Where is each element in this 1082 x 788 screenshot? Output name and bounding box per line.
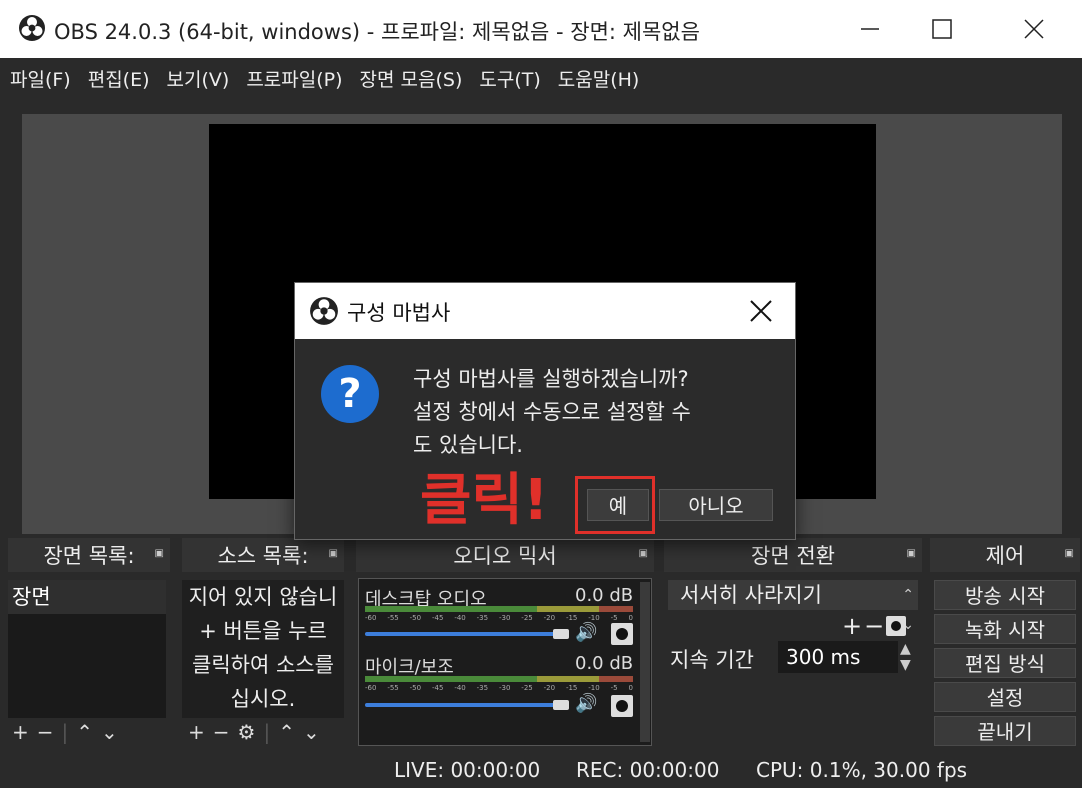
dialog-title: 구성 마법사	[347, 301, 451, 325]
menu-help[interactable]: 도움말(H)	[558, 65, 640, 92]
channel-settings-icon[interactable]	[611, 623, 633, 645]
mixer-dock-title: 오디오 믹서 ▣	[356, 538, 654, 572]
sources-hint-line: + 버튼을 누르	[199, 619, 327, 643]
float-icon[interactable]: ▣	[1065, 548, 1074, 559]
remove-icon[interactable]: −	[37, 720, 54, 744]
menu-file[interactable]: 파일(F)	[10, 65, 71, 92]
volume-slider-handle[interactable]	[553, 629, 569, 639]
maximize-button[interactable]	[912, 0, 972, 58]
close-icon	[1024, 19, 1044, 39]
move-down-icon[interactable]: ⌄	[303, 720, 320, 744]
highlight-box	[575, 476, 655, 534]
start-streaming-button[interactable]: 방송 시작	[934, 580, 1076, 610]
menu-edit[interactable]: 편집(E)	[88, 65, 150, 92]
transitions-dock-label: 장면 전환	[751, 544, 835, 568]
exit-button[interactable]: 끝내기	[934, 716, 1076, 746]
transitions-dock-title: 장면 전환 ▣	[664, 538, 922, 572]
menu-view[interactable]: 보기(V)	[167, 65, 230, 92]
volume-meter	[365, 676, 633, 682]
menu-profile[interactable]: 프로파일(P)	[246, 65, 342, 92]
sources-hint-line: 지어 있지 않습니	[188, 585, 338, 609]
dialog-message: 구성 마법사를 실행하겠습니까? 설정 창에서 수동으로 설정할 수 도 있습니…	[413, 363, 773, 462]
volume-slider[interactable]	[365, 632, 561, 636]
maximize-icon	[932, 19, 952, 39]
add-icon[interactable]: +	[12, 720, 29, 744]
move-down-icon[interactable]: ⌄	[101, 720, 118, 744]
duration-label: 지속 기간	[670, 648, 754, 672]
volume-slider-handle[interactable]	[553, 700, 569, 710]
menu-scene-collection[interactable]: 장면 모음(S)	[360, 65, 463, 92]
speaker-icon[interactable]: 🔊	[575, 622, 597, 643]
channel-settings-icon[interactable]	[611, 695, 633, 717]
settings-button[interactable]: 설정	[934, 682, 1076, 712]
move-up-icon[interactable]: ⌃	[76, 720, 93, 744]
mixer-scrollbar[interactable]	[640, 582, 650, 742]
menu-bar: 파일(F) 편집(E) 보기(V) 프로파일(P) 장면 모음(S) 도구(T)…	[0, 58, 1082, 98]
sources-hint-line: 클릭하여 소스를	[192, 653, 334, 677]
start-recording-button[interactable]: 녹화 시작	[934, 614, 1076, 644]
close-icon	[750, 300, 772, 322]
meter-scale: -60 -55 -50 -45 -40 -35 -30 -25 -20 -15 -10 -5 0	[365, 684, 633, 692]
dialog-title-bar: 구성 마법사	[295, 283, 795, 339]
meter-scale: -60 -55 -50 -45 -40 -35 -30 -25 -20 -15 -10 -5 0	[365, 614, 633, 622]
controls-dock-title: 제어 ▣	[930, 538, 1080, 572]
dialog-message-line: 설정 창에서 수동으로 설정할 수	[413, 400, 691, 424]
click-annotation: 클릭!	[420, 468, 549, 533]
controls-dock-label: 제어	[985, 544, 1025, 568]
scenes-dock-title: 장면 목록: ▣	[8, 538, 170, 572]
scenes-toolbar: + − | ⌃ ⌄	[12, 720, 118, 744]
mixer-dock-label: 오디오 믹서	[453, 544, 557, 568]
spinner-icon[interactable]: ▲ ▼	[900, 641, 911, 673]
sources-list[interactable]: 지어 있지 않습니 + 버튼을 누르 클릭하여 소스를 십시오.	[182, 580, 344, 718]
float-icon[interactable]: ▣	[329, 548, 338, 559]
scene-list-item[interactable]: 장면	[8, 580, 166, 614]
gear-icon[interactable]	[886, 616, 907, 636]
studio-mode-button[interactable]: 편집 방식	[934, 648, 1076, 678]
sources-hint-line: 십시오.	[230, 687, 296, 711]
float-icon[interactable]: ▣	[155, 548, 164, 559]
duration-input[interactable]: 300 ms	[778, 641, 898, 673]
dialog-close-button[interactable]	[741, 291, 781, 331]
no-button[interactable]: 아니오	[659, 489, 773, 521]
sources-toolbar: + − ⚙ | ⌃ ⌄	[188, 720, 320, 744]
menu-tools[interactable]: 도구(T)	[479, 65, 540, 92]
minimize-icon	[861, 28, 879, 30]
transition-selected: 서서히 사라지기	[680, 583, 822, 607]
live-status: LIVE: 00:00:00	[394, 758, 541, 782]
volume-meter	[365, 606, 633, 612]
transition-select[interactable]: 서서히 사라지기 ⌃ ⌄	[668, 580, 918, 633]
add-icon[interactable]: +	[188, 720, 205, 744]
remove-icon[interactable]: −	[864, 612, 884, 640]
add-icon[interactable]: +	[842, 612, 862, 640]
remove-icon[interactable]: −	[213, 720, 230, 744]
move-up-icon[interactable]: ⌃	[278, 720, 295, 744]
obs-logo-icon	[310, 297, 338, 325]
speaker-icon[interactable]: 🔊	[575, 693, 597, 714]
status-bar: LIVE: 00:00:00 REC: 00:00:00 CPU: 0.1%, …	[0, 750, 1082, 788]
window-title: OBS 24.0.3 (64-bit, windows) - 프로파일: 제목없…	[54, 20, 700, 44]
obs-logo-icon	[19, 15, 45, 41]
audio-mixer: 데스크탑 오디오 0.0 dB -60 -55 -50 -45 -40 -35 -30 -25…	[358, 578, 652, 746]
cpu-status: CPU: 0.1%, 30.00 fps	[756, 758, 968, 782]
channel-db: 0.0 dB	[575, 585, 634, 606]
minimize-button[interactable]	[840, 0, 900, 58]
channel-db: 0.0 dB	[575, 653, 634, 674]
transition-tools: + −	[842, 612, 907, 640]
sources-dock-title: 소스 목록: ▣	[182, 538, 344, 572]
sources-dock-label: 소스 목록:	[217, 544, 309, 568]
dialog-message-line: 구성 마법사를 실행하겠습니까?	[413, 367, 689, 391]
close-button[interactable]	[1004, 0, 1064, 58]
scenes-dock-label: 장면 목록:	[43, 544, 135, 568]
gear-icon[interactable]: ⚙	[238, 720, 256, 744]
scene-list[interactable]	[8, 614, 166, 718]
dialog-message-line: 도 있습니다.	[413, 433, 523, 457]
volume-slider[interactable]	[365, 703, 561, 707]
float-icon[interactable]: ▣	[639, 548, 648, 559]
title-bar: OBS 24.0.3 (64-bit, windows) - 프로파일: 제목없…	[0, 0, 1082, 58]
float-icon[interactable]: ▣	[907, 548, 916, 559]
question-icon: ?	[321, 365, 379, 423]
rec-status: REC: 00:00:00	[576, 758, 720, 782]
